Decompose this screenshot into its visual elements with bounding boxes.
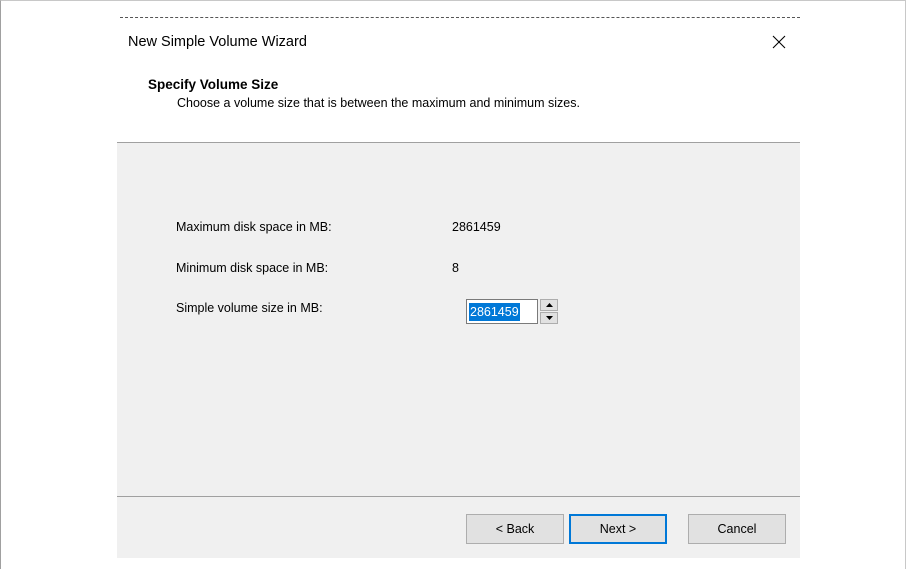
next-button[interactable]: Next > xyxy=(569,514,667,544)
volume-size-input[interactable]: 2861459 xyxy=(466,299,538,324)
close-icon xyxy=(772,35,786,49)
volume-size-label: Simple volume size in MB: xyxy=(176,301,323,315)
cancel-button[interactable]: Cancel xyxy=(688,514,786,544)
wizard-content: Maximum disk space in MB: 2861459 Minimu… xyxy=(117,143,800,496)
min-disk-space-value: 8 xyxy=(452,261,459,275)
spin-buttons xyxy=(540,299,558,324)
spin-down-button[interactable] xyxy=(540,312,558,324)
chevron-down-icon xyxy=(545,316,553,320)
wizard-header: Specify Volume Size Choose a volume size… xyxy=(117,64,800,143)
title-bar[interactable]: New Simple Volume Wizard xyxy=(117,20,800,64)
max-disk-space-label: Maximum disk space in MB: xyxy=(176,220,332,234)
window-title: New Simple Volume Wizard xyxy=(128,34,307,50)
wizard-footer: < Back Next > Cancel xyxy=(117,496,800,558)
min-disk-space-label: Minimum disk space in MB: xyxy=(176,261,329,275)
volume-size-stepper[interactable]: 2861459 xyxy=(466,299,560,324)
close-button[interactable] xyxy=(758,27,800,57)
wizard-dialog: New Simple Volume Wizard Specify Volume … xyxy=(117,20,800,558)
page-subtitle: Choose a volume size that is between the… xyxy=(177,96,580,110)
page-title: Specify Volume Size xyxy=(148,77,279,92)
chevron-up-icon xyxy=(545,303,553,307)
max-disk-space-value: 2861459 xyxy=(452,220,501,234)
back-button[interactable]: < Back xyxy=(466,514,564,544)
volume-size-value[interactable]: 2861459 xyxy=(469,302,520,321)
spin-up-button[interactable] xyxy=(540,299,558,311)
